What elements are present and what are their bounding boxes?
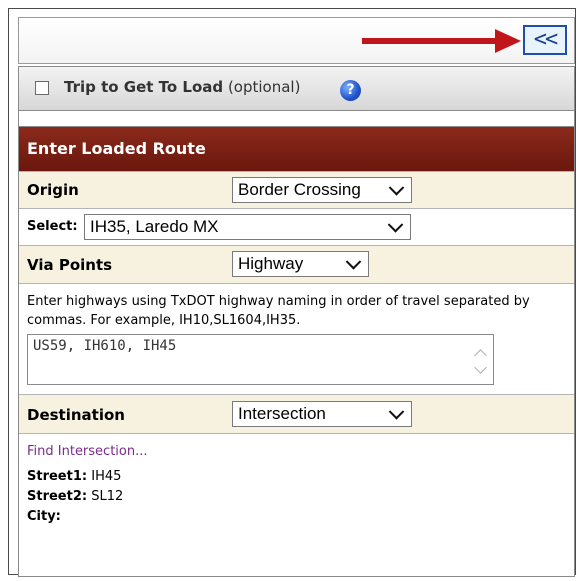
trip-to-load-bar: Trip to Get To Load (optional) ? — [18, 66, 575, 111]
chevron-down-icon — [345, 254, 362, 270]
origin-select-value: Border Crossing — [238, 180, 361, 199]
trip-to-load-checkbox[interactable] — [35, 81, 49, 95]
destination-select[interactable]: Intersection — [232, 401, 412, 427]
select-row: Select: IH35, Laredo MX — [19, 208, 574, 245]
collapse-panel-button[interactable]: << — [523, 25, 567, 55]
street2-line: Street2: SL12 — [27, 489, 123, 504]
street1-value: IH45 — [91, 469, 122, 484]
destination-details: Find Intersection... Street1: IH45 Stree… — [19, 433, 574, 576]
city-label: City: — [27, 509, 61, 524]
origin-select[interactable]: Border Crossing — [232, 177, 412, 203]
select-label: Select: — [27, 219, 78, 234]
destination-row: Destination Intersection — [19, 394, 574, 433]
via-points-text: US59, IH610, IH45 — [33, 338, 177, 354]
chevron-down-icon — [387, 217, 404, 233]
origin-row: Origin Border Crossing — [19, 171, 574, 208]
street1-line: Street1: IH45 — [27, 469, 121, 484]
via-points-row: Via Points Highway — [19, 245, 574, 283]
via-points-select[interactable]: Highway — [232, 251, 369, 277]
red-arrow-shaft — [362, 38, 500, 44]
via-points-label: Via Points — [27, 256, 113, 274]
crossing-select[interactable]: IH35, Laredo MX — [84, 214, 411, 240]
street2-value: SL12 — [91, 489, 124, 504]
destination-select-value: Intersection — [238, 404, 326, 423]
trip-label-optional: (optional) — [227, 78, 301, 96]
chevron-down-icon — [388, 180, 405, 196]
chevron-down-icon — [388, 404, 405, 420]
destination-label: Destination — [27, 406, 125, 424]
street2-label: Street2: — [27, 489, 88, 504]
street1-label: Street1: — [27, 469, 88, 484]
via-points-select-value: Highway — [238, 254, 304, 273]
scroll-down-icon[interactable] — [474, 361, 487, 374]
loaded-route-panel: Enter Loaded Route Origin Border Crossin… — [18, 126, 575, 577]
panel-header: Enter Loaded Route — [19, 127, 574, 171]
via-points-entry: Enter highways using TxDOT highway namin… — [19, 283, 574, 394]
trip-to-load-label: Trip to Get To Load (optional) — [64, 78, 300, 96]
via-points-textarea[interactable]: US59, IH610, IH45 — [27, 334, 494, 385]
crossing-select-value: IH35, Laredo MX — [90, 217, 219, 236]
trip-label-bold: Trip to Get To Load — [64, 78, 224, 96]
via-points-instructions: Enter highways using TxDOT highway namin… — [27, 294, 530, 328]
help-icon[interactable]: ? — [340, 80, 361, 101]
separator — [18, 111, 575, 126]
scroll-up-icon[interactable] — [474, 349, 487, 362]
city-line: City: — [27, 509, 61, 524]
origin-label: Origin — [27, 181, 79, 199]
top-toolbar: << — [18, 17, 575, 64]
red-arrow-head-icon — [495, 29, 521, 53]
find-intersection-link[interactable]: Find Intersection... — [27, 444, 148, 459]
